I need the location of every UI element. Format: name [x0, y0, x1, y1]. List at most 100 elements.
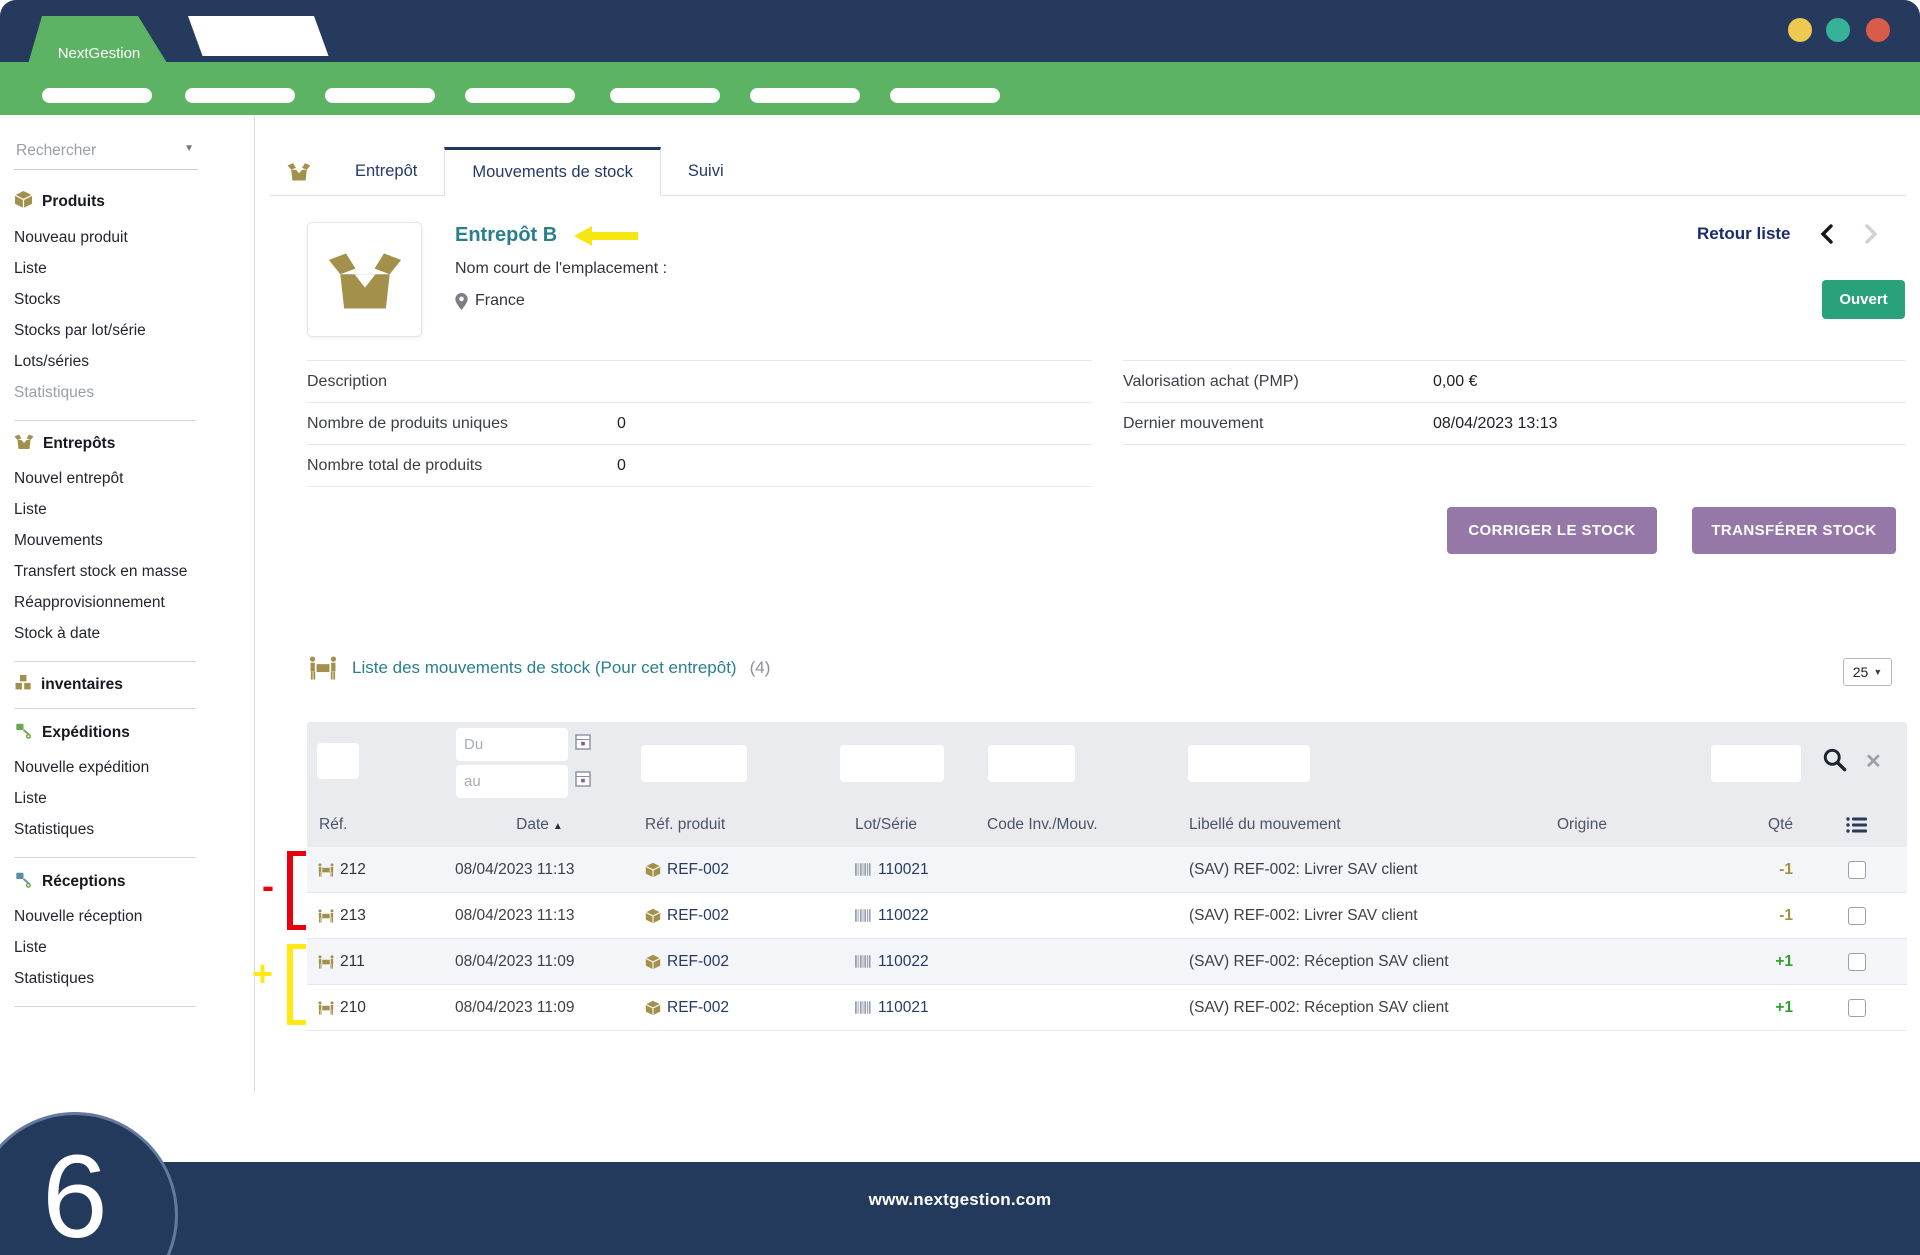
clear-filters-icon[interactable]: ✕: [1865, 749, 1882, 774]
tab-mouvements-de-stock[interactable]: Mouvements de stock: [444, 147, 661, 196]
row-lot-cell[interactable]: 110021: [837, 999, 977, 1017]
status-open-button[interactable]: Ouvert: [1822, 280, 1905, 319]
annotation-minus-label: -: [262, 868, 274, 904]
tab-entrepot[interactable]: Entrepôt: [328, 147, 444, 195]
sidebar-item-transfert-stock[interactable]: Transfert stock en masse: [14, 556, 240, 587]
row-lot-cell[interactable]: 110022: [837, 907, 977, 925]
search-icon[interactable]: [1821, 746, 1848, 778]
sidebar-item-nouvelle-reception[interactable]: Nouvelle réception: [14, 901, 240, 932]
filter-ref-input[interactable]: [317, 743, 359, 779]
sidebar-item-stocks-par-lot[interactable]: Stocks par lot/série: [14, 315, 240, 346]
transfer-stock-button[interactable]: TRANSFÉRER STOCK: [1692, 507, 1896, 554]
nav-menu-item-redacted[interactable]: [890, 88, 1000, 103]
nav-menu-item-redacted[interactable]: [185, 88, 295, 103]
sidebar-item-liste-expeditions[interactable]: Liste: [14, 783, 240, 814]
row-product-cell[interactable]: REF-002: [637, 907, 837, 925]
sidebar-item-nouvel-entrepot[interactable]: Nouvel entrepôt: [14, 463, 240, 494]
correct-stock-button[interactable]: CORRIGER LE STOCK: [1447, 507, 1657, 554]
sidebar: ▼ Produits Nouveau produit Liste Stocks …: [0, 115, 255, 1092]
row-checkbox[interactable]: [1848, 907, 1866, 925]
chevron-left-icon[interactable]: [1819, 224, 1835, 244]
row-ref-cell[interactable]: 212: [307, 861, 442, 879]
detail-value: 0,00 €: [1433, 373, 1477, 391]
column-header-origin[interactable]: Origine: [1557, 816, 1737, 834]
row-product-cell[interactable]: REF-002: [637, 861, 837, 879]
column-header-qty[interactable]: Qté: [1737, 816, 1807, 834]
column-header-code[interactable]: Code Inv./Mouv.: [977, 816, 1187, 834]
row-ref-cell[interactable]: 211: [307, 953, 442, 971]
section-title-label: inventaires: [41, 676, 123, 694]
sidebar-section-inventaires[interactable]: inventaires: [14, 674, 240, 696]
sidebar-item-nouveau-produit[interactable]: Nouveau produit: [14, 222, 240, 253]
people-carrying-icon: [317, 1001, 335, 1015]
window-control-teal[interactable]: [1826, 18, 1850, 42]
sidebar-item-reapprovisionnement[interactable]: Réapprovisionnement: [14, 587, 240, 618]
table-row[interactable]: 211 08/04/2023 11:09 REF-002 110022 (SAV…: [307, 939, 1907, 985]
blank-tab[interactable]: [188, 16, 329, 56]
section-title-label: Produits: [42, 193, 105, 211]
filter-product-input[interactable]: [641, 745, 747, 782]
product-box-icon: [645, 908, 661, 924]
row-lot-cell[interactable]: 110021: [837, 861, 977, 879]
row-checkbox[interactable]: [1848, 861, 1866, 879]
window-control-red[interactable]: [1866, 18, 1890, 42]
filter-date-to-input[interactable]: [456, 765, 568, 798]
chevron-right-icon[interactable]: [1863, 224, 1879, 244]
column-header-label[interactable]: Libellé du mouvement: [1187, 816, 1557, 834]
step-number: 6: [42, 1133, 108, 1255]
sidebar-item-mouvements[interactable]: Mouvements: [14, 525, 240, 556]
section-title-label: Réceptions: [42, 873, 126, 891]
nav-menu-item-redacted[interactable]: [465, 88, 575, 103]
filter-lot-input[interactable]: [840, 745, 944, 782]
divider: [14, 420, 196, 421]
page-size-select[interactable]: 25 ▼: [1843, 658, 1892, 686]
sidebar-item-statistiques-receptions[interactable]: Statistiques: [14, 963, 240, 994]
row-lot-cell[interactable]: 110022: [837, 953, 977, 971]
filter-search-input[interactable]: [1711, 745, 1801, 782]
detail-value: 08/04/2023 13:13: [1433, 415, 1558, 433]
table-row[interactable]: 212 08/04/2023 11:13 REF-002 110021 (SAV…: [307, 847, 1907, 893]
chevron-down-icon[interactable]: ▼: [184, 143, 194, 154]
nav-menu-item-redacted[interactable]: [325, 88, 435, 103]
nav-menu-item-redacted[interactable]: [750, 88, 860, 103]
column-header-ref[interactable]: Réf.: [307, 816, 442, 834]
nav-menu-item-redacted[interactable]: [610, 88, 720, 103]
row-date-cell: 08/04/2023 11:13: [442, 907, 637, 925]
sidebar-section-entrepots: Entrepôts: [14, 433, 240, 455]
window-control-yellow[interactable]: [1788, 18, 1812, 42]
calendar-icon[interactable]: [575, 734, 591, 755]
sidebar-item-liste-entrepots[interactable]: Liste: [14, 494, 240, 525]
sidebar-item-nouvelle-expedition[interactable]: Nouvelle expédition: [14, 752, 240, 783]
sidebar-item-statistiques-produits: Statistiques: [14, 377, 240, 408]
search-input[interactable]: [14, 141, 168, 161]
product-box-icon: [14, 190, 33, 214]
nav-menu-item-redacted[interactable]: [42, 88, 152, 103]
table-row[interactable]: 210 08/04/2023 11:09 REF-002 110021 (SAV…: [307, 985, 1907, 1031]
back-to-list-link[interactable]: Retour liste: [1697, 224, 1791, 244]
chevron-down-icon: ▼: [1873, 667, 1882, 677]
sidebar-item-liste-produits[interactable]: Liste: [14, 253, 240, 284]
calendar-icon[interactable]: [575, 771, 591, 792]
filter-code-input[interactable]: [988, 745, 1075, 782]
column-header-date[interactable]: Date▲: [442, 816, 637, 834]
sidebar-item-lots-series[interactable]: Lots/séries: [14, 346, 240, 377]
row-ref-cell[interactable]: 210: [307, 999, 442, 1017]
receiving-cart-icon: [14, 870, 33, 893]
list-options-icon[interactable]: [1807, 816, 1907, 834]
filter-label-input[interactable]: [1188, 745, 1310, 782]
row-product-cell[interactable]: REF-002: [637, 999, 837, 1017]
table-row[interactable]: 213 08/04/2023 11:13 REF-002 110022 (SAV…: [307, 893, 1907, 939]
tab-suivi[interactable]: Suivi: [661, 147, 751, 195]
detail-row: Valorisation achat (PMP) 0,00 €: [1123, 360, 1906, 403]
row-checkbox[interactable]: [1848, 999, 1866, 1017]
sidebar-item-statistiques-expeditions[interactable]: Statistiques: [14, 814, 240, 845]
column-header-product[interactable]: Réf. produit: [637, 816, 837, 834]
column-header-lot[interactable]: Lot/Série: [837, 816, 977, 834]
filter-date-from-input[interactable]: [456, 728, 568, 761]
row-product-cell[interactable]: REF-002: [637, 953, 837, 971]
sidebar-item-liste-receptions[interactable]: Liste: [14, 932, 240, 963]
row-checkbox[interactable]: [1848, 953, 1866, 971]
sidebar-item-stock-a-date[interactable]: Stock à date: [14, 618, 240, 649]
sidebar-item-stocks[interactable]: Stocks: [14, 284, 240, 315]
row-ref-cell[interactable]: 213: [307, 907, 442, 925]
